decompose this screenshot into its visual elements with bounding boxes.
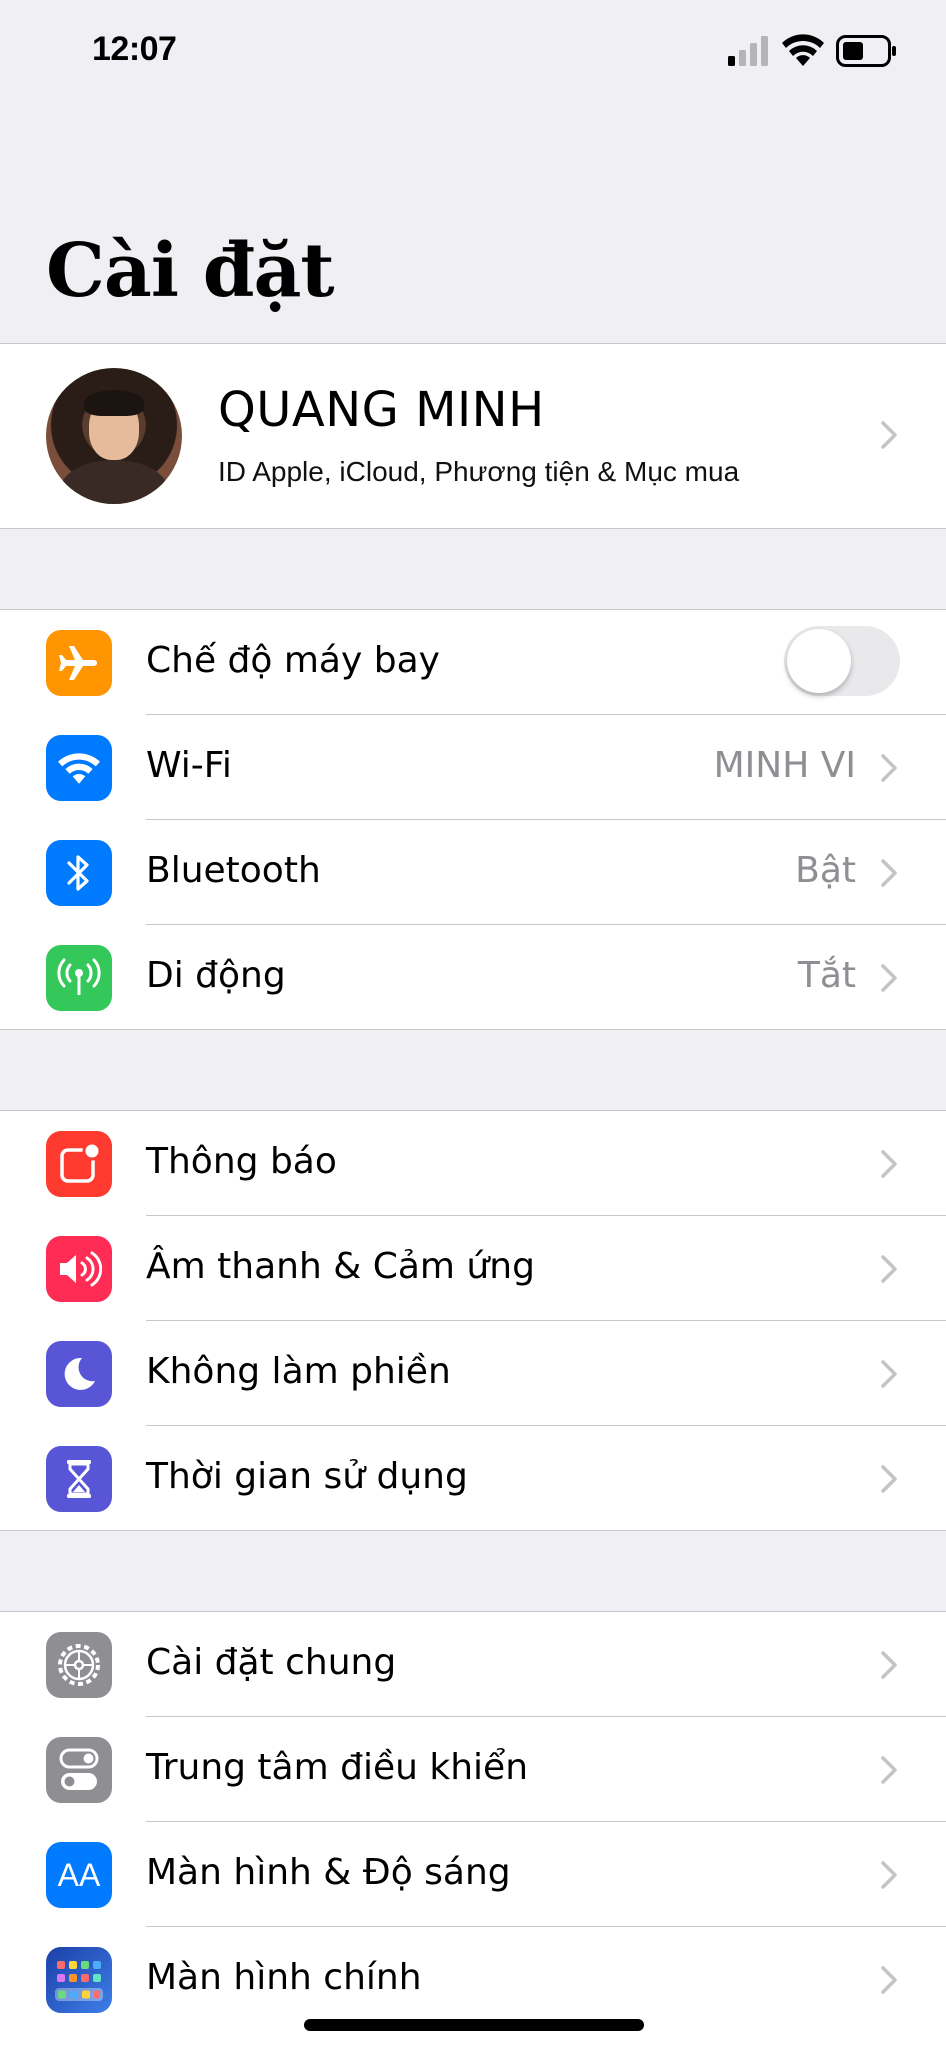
row-value: MINH VI: [713, 745, 856, 786]
chevron-right-icon: [881, 1255, 897, 1283]
do-not-disturb-row[interactable]: Không làm phiền: [0, 1321, 946, 1426]
wifi-row[interactable]: Wi-Fi MINH VI: [0, 715, 946, 820]
chevron-right-icon: [881, 859, 897, 887]
airplane-mode-row: Chế độ máy bay: [0, 610, 946, 715]
notifications-icon: [46, 1131, 112, 1197]
home-indicator[interactable]: [304, 2019, 644, 2031]
row-label: Chế độ máy bay: [146, 640, 440, 681]
notifications-group: Thông báo Âm thanh & Cảm ứng Không làm p…: [0, 1110, 946, 1531]
sound-icon: [46, 1236, 112, 1302]
chevron-right-icon: [881, 1651, 897, 1679]
display-brightness-icon: AA: [46, 1842, 112, 1908]
bluetooth-icon: [46, 840, 112, 906]
wifi-icon: [46, 735, 112, 801]
chevron-right-icon: [881, 964, 897, 992]
general-group: Cài đặt chung Trung tâm điều khiển AA Mà…: [0, 1611, 946, 2049]
page-title: Cài đặt: [46, 228, 335, 314]
notifications-row[interactable]: Thông báo: [0, 1111, 946, 1216]
chevron-right-icon: [881, 1861, 897, 1889]
general-row[interactable]: Cài đặt chung: [0, 1612, 946, 1717]
control-center-icon: [46, 1737, 112, 1803]
chevron-right-icon: [881, 421, 897, 449]
control-center-row[interactable]: Trung tâm điều khiển: [0, 1717, 946, 1822]
hourglass-icon: [46, 1446, 112, 1512]
chevron-right-icon: [881, 1150, 897, 1178]
cellular-row[interactable]: Di động Tắt: [0, 925, 946, 1030]
row-label: Trung tâm điều khiển: [146, 1747, 529, 1788]
row-label: Bluetooth: [146, 850, 321, 891]
cellular-signal-icon: [728, 36, 768, 66]
status-bar: 12:07: [0, 0, 946, 110]
row-label: Di động: [146, 955, 286, 996]
airplane-mode-toggle[interactable]: [784, 626, 900, 696]
battery-icon: [836, 35, 896, 67]
row-label: Thời gian sử dụng: [146, 1456, 468, 1497]
wifi-status-icon: [782, 34, 824, 66]
row-value: Tắt: [797, 955, 856, 996]
row-label: Wi-Fi: [146, 745, 232, 786]
row-value: Bật: [795, 850, 856, 891]
row-label: Cài đặt chung: [146, 1642, 397, 1683]
profile-subtitle: ID Apple, iCloud, Phương tiện & Mục mua: [218, 456, 740, 487]
bluetooth-row[interactable]: Bluetooth Bật: [0, 820, 946, 925]
row-label: Không làm phiền: [146, 1351, 451, 1392]
screen-time-row[interactable]: Thời gian sử dụng: [0, 1426, 946, 1531]
row-label: Âm thanh & Cảm ứng: [146, 1246, 535, 1287]
sound-haptics-row[interactable]: Âm thanh & Cảm ứng: [0, 1216, 946, 1321]
home-screen-row[interactable]: Màn hình chính: [0, 1927, 946, 2032]
chevron-right-icon: [881, 1360, 897, 1388]
chevron-right-icon: [881, 754, 897, 782]
apple-id-profile-row[interactable]: QUANG MINH ID Apple, iCloud, Phương tiện…: [0, 343, 946, 529]
status-time: 12:07: [92, 30, 177, 68]
row-label: Màn hình chính: [146, 1957, 422, 1998]
row-label: Màn hình & Độ sáng: [146, 1852, 511, 1893]
connectivity-group: Chế độ máy bay Wi-Fi MINH VI Bluetooth B…: [0, 609, 946, 1030]
display-brightness-row[interactable]: AA Màn hình & Độ sáng: [0, 1822, 946, 1927]
chevron-right-icon: [881, 1756, 897, 1784]
row-label: Thông báo: [146, 1141, 337, 1182]
airplane-icon: [46, 630, 112, 696]
home-screen-icon: [46, 1947, 112, 2013]
avatar: [46, 368, 182, 504]
profile-name: QUANG MINH: [218, 382, 545, 438]
chevron-right-icon: [881, 1465, 897, 1493]
gear-icon: [46, 1632, 112, 1698]
moon-icon: [46, 1341, 112, 1407]
chevron-right-icon: [881, 1966, 897, 1994]
cellular-icon: [46, 945, 112, 1011]
